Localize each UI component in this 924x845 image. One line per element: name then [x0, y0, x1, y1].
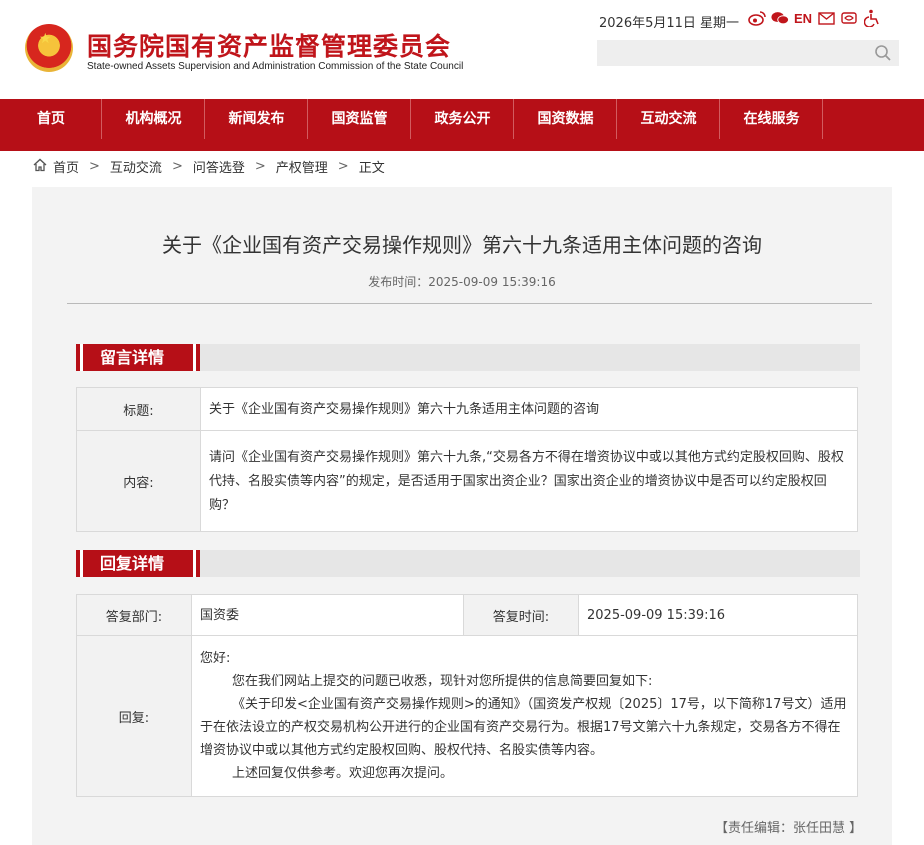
table-row: 内容: 请问《企业国有资产交易操作规则》第六十九条,“交易各方不得在增资协议中或… [76, 430, 858, 532]
content-value: 请问《企业国有资产交易操作规则》第六十九条,“交易各方不得在增资协议中或以其他方… [200, 430, 858, 532]
breadcrumb-interaction[interactable]: 互动交流 [110, 157, 162, 176]
site-header: ★ 国务院国有资产监督管理委员会 State-owned Assets Supe… [0, 0, 924, 99]
english-link[interactable]: EN [794, 11, 812, 26]
nav-item-interaction[interactable]: 互动交流 [617, 99, 720, 151]
message-table: 标题: 关于《企业国有资产交易操作规则》第六十九条适用主体问题的咨询 内容: 请… [76, 387, 858, 532]
table-row: 答复部门: 国资委 答复时间: 2025-09-09 15:39:16 [76, 594, 858, 636]
table-row: 标题: 关于《企业国有资产交易操作规则》第六十九条适用主体问题的咨询 [76, 387, 858, 431]
breadcrumb-separator: > [171, 159, 183, 174]
title-label: 标题: [76, 387, 201, 431]
table-row: 回复: 您好: 您在我们网站上提交的问题已收悉，现针对您所提供的信息简要回复如下… [76, 635, 858, 797]
nav-item-supervision[interactable]: 国资监管 [308, 99, 411, 151]
search-icon[interactable] [874, 44, 892, 62]
reply-table: 答复部门: 国资委 答复时间: 2025-09-09 15:39:16 回复: … [76, 594, 858, 797]
breadcrumb: 首页 > 互动交流 > 问答选登 > 产权管理 > 正文 [33, 157, 385, 176]
email-icon[interactable] [817, 9, 835, 27]
article-panel: 关于《企业国有资产交易操作规则》第六十九条适用主体问题的咨询 发布时间：2025… [32, 187, 892, 845]
nav-item-online-service[interactable]: 在线服务 [720, 99, 823, 151]
site-subtitle: State-owned Assets Supervision and Admin… [87, 61, 464, 72]
wechat-icon[interactable] [771, 9, 789, 27]
responsible-editor: 【责任编辑：张任田慧 】 [715, 821, 863, 836]
breadcrumb-current: 正文 [358, 161, 385, 176]
content-label: 内容: [76, 430, 201, 532]
home-icon[interactable] [33, 158, 47, 176]
breadcrumb-qa[interactable]: 问答选登 [193, 157, 245, 176]
reply-paragraph: 上述回复仅供参考。欢迎您再次提问。 [232, 766, 454, 781]
breadcrumb-separator: > [254, 159, 266, 174]
message-section-header: 留言详情 [76, 344, 860, 371]
main-nav: 首页 机构概况 新闻发布 国资监管 政务公开 国资数据 互动交流 在线服务 [0, 99, 924, 151]
site-title[interactable]: 国务院国有资产监督管理委员会 [87, 27, 451, 63]
time-value: 2025-09-09 15:39:16 [578, 594, 858, 636]
nav-item-data[interactable]: 国资数据 [514, 99, 617, 151]
article-title: 关于《企业国有资产交易操作规则》第六十九条适用主体问题的咨询 [162, 233, 762, 257]
reply-content: 您好: 您在我们网站上提交的问题已收悉，现针对您所提供的信息简要回复如下: 《关… [191, 635, 858, 797]
current-date: 2026年5月11日 星期一 [599, 16, 740, 31]
reply-label: 回复: [76, 635, 192, 797]
top-toolbar: EN [748, 9, 881, 27]
nav-item-about[interactable]: 机构概况 [102, 99, 205, 151]
reply-greeting: 您好: [200, 651, 231, 666]
dept-label: 答复部门: [76, 594, 192, 636]
nav-item-public-affairs[interactable]: 政务公开 [411, 99, 514, 151]
national-emblem-logo[interactable]: ★ [25, 24, 73, 72]
nav-item-news[interactable]: 新闻发布 [205, 99, 308, 151]
breadcrumb-separator: > [337, 159, 349, 174]
reply-section-header: 回复详情 [76, 550, 860, 577]
search-input[interactable] [597, 40, 899, 66]
publish-time: 发布时间：2025-09-09 15:39:16 [368, 275, 556, 289]
reply-paragraph: 《关于印发<企业国有资产交易操作规则>的通知》（国资发产权规〔2025〕17号，… [200, 697, 847, 758]
message-section-label: 留言详情 [76, 344, 200, 371]
reply-paragraph: 您在我们网站上提交的问题已收悉，现针对您所提供的信息简要回复如下: [232, 674, 653, 689]
title-value: 关于《企业国有资产交易操作规则》第六十九条适用主体问题的咨询 [200, 387, 858, 431]
breadcrumb-separator: > [89, 159, 100, 174]
nav-item-home[interactable]: 首页 [0, 99, 102, 151]
breadcrumb-home[interactable]: 首页 [53, 157, 79, 176]
eye-care-icon[interactable] [840, 9, 858, 27]
divider [67, 303, 872, 304]
breadcrumb-property-rights[interactable]: 产权管理 [276, 157, 328, 176]
accessibility-icon[interactable] [863, 9, 881, 27]
dept-value: 国资委 [191, 594, 464, 636]
time-label: 答复时间: [463, 594, 579, 636]
reply-section-label: 回复详情 [76, 550, 200, 577]
weibo-icon[interactable] [748, 9, 766, 27]
